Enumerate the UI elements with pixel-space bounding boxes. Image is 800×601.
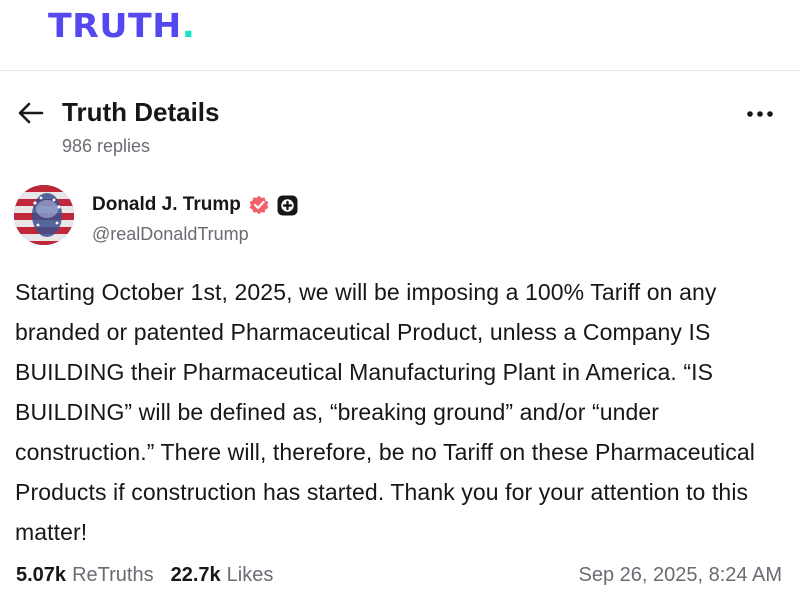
avatar[interactable] [14,185,74,245]
logo-text: TRUTH [48,6,182,45]
author-display-name[interactable]: Donald J. Trump [92,193,241,217]
retruths-label[interactable]: ReTruths [72,562,154,588]
logo-dot: . [181,6,196,45]
author-handle[interactable]: @realDonaldTrump [92,223,249,245]
likes-count[interactable]: 22.7k [171,562,221,588]
retruths-count[interactable]: 5.07k [16,562,66,588]
truth-logo[interactable]: TRUTH. [48,6,195,46]
page-header: Truth Details 986 replies [0,92,800,162]
page-title: Truth Details [62,97,220,127]
verified-badge-icon [249,195,269,215]
author-name-row: Donald J. Trump [92,192,298,218]
post-author: Donald J. Trump @realDonaldTrump [0,185,800,251]
replies-count: 986 replies [62,136,151,156]
post-timestamp: Sep 26, 2025, 8:24 AM [578,564,783,586]
arrow-left-icon [18,102,44,124]
plus-badge-icon [277,195,298,215]
likes-label[interactable]: Likes [227,562,274,588]
more-horizontal-icon [747,111,773,117]
top-bar: TRUTH. [0,0,800,71]
post-stats: 5.07k ReTruths 22.7k Likes [16,562,273,588]
back-button[interactable] [14,96,48,130]
post-text: Starting October 1st, 2025, we will be i… [15,279,755,545]
more-options-button[interactable] [740,100,780,128]
